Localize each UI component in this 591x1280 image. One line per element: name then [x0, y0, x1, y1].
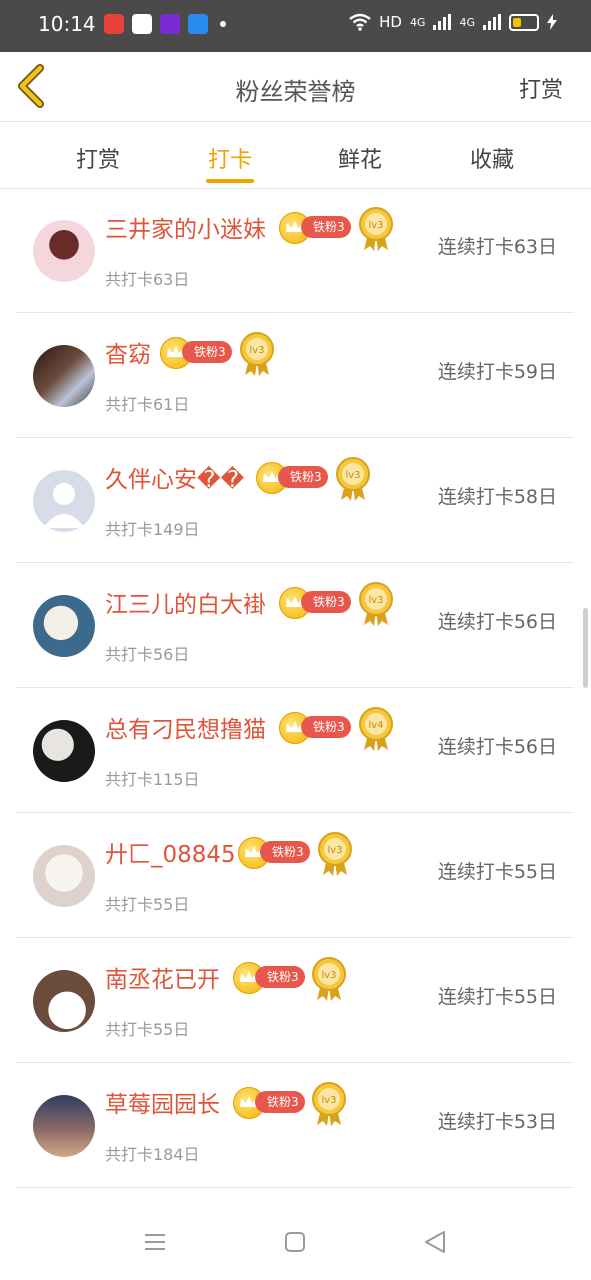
- signal-4g-label-2: 4G: [459, 15, 475, 29]
- medal-icon: lv3: [336, 457, 370, 501]
- app-header: 粉丝荣誉榜 打赏: [0, 52, 591, 122]
- fan-level-label: 铁粉3: [182, 341, 232, 363]
- signal-icon-2: [483, 14, 501, 30]
- streak-days: 连续打卡53日: [437, 1111, 557, 1133]
- medal-level: lv3: [321, 1095, 336, 1106]
- wifi-icon: [349, 13, 371, 31]
- fan-level-label: 铁粉3: [255, 1091, 305, 1113]
- fan-name: 廾匚_08845: [105, 842, 236, 868]
- tab-flowers[interactable]: 鲜花: [320, 142, 400, 174]
- fan-name: 杳窈: [105, 342, 151, 368]
- total-checkins: 共打卡61日: [105, 395, 190, 414]
- hd-label: HD: [379, 13, 402, 31]
- fan-name: 草莓园园长: [105, 1092, 220, 1118]
- more-dot-icon: [220, 21, 226, 27]
- app-icon-heart: [104, 14, 124, 34]
- list-item[interactable]: 南丞花已开 铁粉3 lv3 共打卡55日 连续打卡55日: [16, 938, 574, 1063]
- list-item[interactable]: 杳窈 铁粉3 lv3 共打卡61日 连续打卡59日: [16, 313, 574, 438]
- page-title: 粉丝荣誉榜: [235, 78, 356, 106]
- total-checkins: 共打卡115日: [105, 770, 200, 789]
- default-avatar-icon: [43, 483, 85, 528]
- avatar: [33, 345, 95, 407]
- app-icon-video: [132, 14, 152, 34]
- avatar: [33, 720, 95, 782]
- streak-days: 连续打卡56日: [437, 611, 557, 633]
- fan-level-label: 铁粉3: [301, 591, 351, 613]
- tab-bar: 打赏 打卡 鲜花 收藏: [0, 122, 591, 189]
- medal-icon: lv3: [359, 582, 393, 626]
- total-checkins: 共打卡184日: [105, 1145, 200, 1164]
- fan-name: 久伴心安��: [105, 467, 245, 493]
- medal-level: lv3: [321, 970, 336, 981]
- avatar: [33, 970, 95, 1032]
- medal-level: lv3: [249, 345, 264, 356]
- avatar: [33, 220, 95, 282]
- medal-level: lv3: [327, 845, 342, 856]
- list-item[interactable]: 总有刁民想撸猫 铁粉3 lv4 共打卡115日 连续打卡56日: [16, 688, 574, 813]
- menu-icon[interactable]: [140, 1227, 170, 1257]
- system-indicators: HD 4G 4G: [349, 13, 557, 31]
- fan-name: 南丞花已开: [105, 967, 220, 993]
- tab-checkin[interactable]: 打卡: [190, 142, 270, 174]
- total-checkins: 共打卡55日: [105, 895, 190, 914]
- medal-level: lv3: [368, 220, 383, 231]
- signal-icon: [433, 14, 452, 30]
- reward-button[interactable]: 打赏: [519, 72, 563, 104]
- list-item[interactable]: 久伴心安�� 铁粉3 lv3 共打卡149日 连续打卡58日: [16, 438, 574, 563]
- total-checkins: 共打卡56日: [105, 645, 190, 664]
- charging-icon: [547, 14, 557, 30]
- app-icon-browser: [188, 14, 208, 34]
- list-item[interactable]: 江三儿的白大褂 铁粉3 lv3 共打卡56日 连续打卡56日: [16, 563, 574, 688]
- fan-name: 江三儿的白大褂: [105, 592, 266, 618]
- tab-reward[interactable]: 打赏: [58, 142, 138, 174]
- total-checkins: 共打卡63日: [105, 270, 190, 289]
- medal-icon: lv3: [240, 332, 274, 376]
- streak-days: 连续打卡55日: [437, 861, 557, 883]
- medal-icon: lv3: [312, 1082, 346, 1126]
- fan-level-label: 铁粉3: [278, 466, 328, 488]
- total-checkins: 共打卡149日: [105, 520, 200, 539]
- active-tab-indicator: [206, 179, 254, 183]
- list-item[interactable]: 草莓园园长 铁粉3 lv3 共打卡184日 连续打卡53日: [16, 1063, 574, 1188]
- fan-level-label: 铁粉3: [301, 716, 351, 738]
- streak-days: 连续打卡55日: [437, 986, 557, 1008]
- avatar: [33, 470, 95, 532]
- streak-days: 连续打卡63日: [437, 236, 557, 258]
- system-nav-bar: [0, 1205, 591, 1280]
- fan-level-label: 铁粉3: [301, 216, 351, 238]
- medal-level: lv3: [368, 595, 383, 606]
- home-icon[interactable]: [280, 1227, 310, 1257]
- fan-name: 总有刁民想撸猫: [105, 717, 266, 743]
- medal-icon: lv3: [312, 957, 346, 1001]
- avatar: [33, 1095, 95, 1157]
- avatar: [33, 845, 95, 907]
- battery-icon: [509, 13, 539, 31]
- streak-days: 连续打卡56日: [437, 736, 557, 758]
- medal-icon: lv3: [359, 207, 393, 251]
- tab-favorites[interactable]: 收藏: [452, 142, 532, 174]
- scrollbar[interactable]: [583, 608, 588, 688]
- fan-name: 三井家的小迷妹: [105, 217, 266, 243]
- fan-level-label: 铁粉3: [260, 841, 310, 863]
- medal-level: lv3: [345, 470, 360, 481]
- back-triangle-icon[interactable]: [420, 1227, 450, 1257]
- streak-days: 连续打卡58日: [437, 486, 557, 508]
- list-item[interactable]: 廾匚_08845 铁粉3 lv3 共打卡55日 连续打卡55日: [16, 813, 574, 938]
- fan-level-label: 铁粉3: [255, 966, 305, 988]
- list-item[interactable]: 三井家的小迷妹 铁粉3 lv3 共打卡63日 连续打卡63日: [16, 188, 574, 313]
- medal-level: lv4: [368, 720, 383, 731]
- streak-days: 连续打卡59日: [437, 361, 557, 383]
- medal-icon: lv4: [359, 707, 393, 751]
- total-checkins: 共打卡55日: [105, 1020, 190, 1039]
- notification-icons: [104, 14, 226, 34]
- status-bar: 10:14 HD 4G 4G: [0, 0, 591, 52]
- medal-icon: lv3: [318, 832, 352, 876]
- signal-4g-label: 4G: [409, 15, 426, 29]
- avatar: [33, 595, 95, 657]
- app-icon-player: [160, 14, 180, 34]
- clock: 10:14: [38, 12, 96, 36]
